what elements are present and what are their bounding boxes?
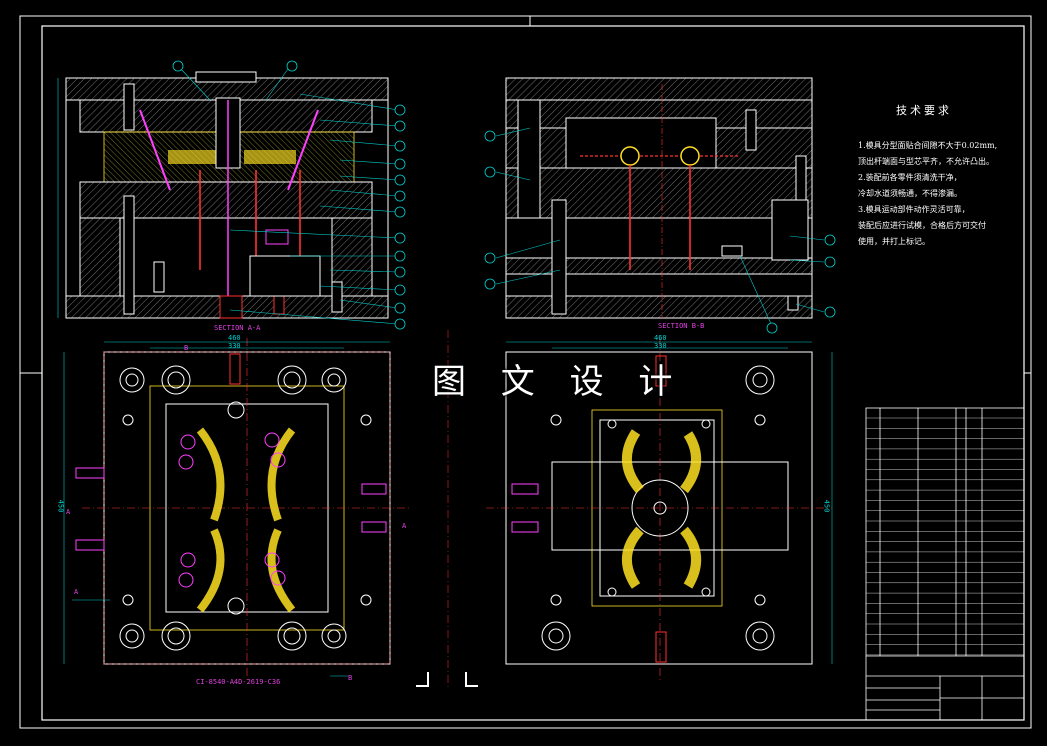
marker-a-top: A — [66, 508, 71, 516]
tech-line-6: 装配后应进行试模，合格后方可交付 — [858, 221, 986, 230]
marker-b-top: B — [184, 344, 189, 352]
dim-left-450: 450 — [56, 499, 65, 513]
tech-line-2: 顶出杆端面与型芯平齐，不允许凸出。 — [858, 157, 994, 166]
section-a-view — [57, 60, 406, 330]
section-b-label: SECTION B-B — [658, 322, 705, 330]
tech-title: 技术要求 — [896, 104, 952, 117]
dim-top-left-460: 460 — [228, 334, 241, 342]
marker-a-bottom: A — [74, 588, 79, 596]
part-number: CI-8540-A4D-2619-C36 — [196, 678, 281, 686]
tech-line-3: 2.装配前各零件须清洗干净， — [858, 173, 962, 182]
dim-top-right-330: 330 — [654, 342, 667, 350]
dim-top-right-460: 460 — [654, 334, 667, 342]
tech-requirements: 技术要求 1.模具分型面贴合间隙不大于0.02mm, 顶出杆端面与型芯平齐，不允… — [858, 102, 1028, 247]
marker-a-right: A — [402, 522, 407, 530]
section-b-view — [484, 77, 836, 334]
marker-b-bottom: B — [348, 674, 353, 682]
section-a-label: SECTION A-A — [214, 324, 261, 332]
tech-line-7: 使用，并打上标记。 — [858, 237, 930, 246]
watermark: 图 文 设 计 — [432, 362, 685, 402]
tech-line-4: 冷却水道须畅通，不得渗漏。 — [858, 189, 962, 198]
tech-line-1: 1.模具分型面贴合间隙不大于0.02mm, — [858, 141, 998, 150]
plan-left-view — [63, 338, 412, 680]
tech-line-5: 3.模具运动部件动作灵活可靠， — [858, 205, 970, 214]
title-block — [865, 407, 1025, 721]
dim-top-left-330: 330 — [228, 342, 241, 350]
dim-right-450: 450 — [822, 499, 831, 513]
